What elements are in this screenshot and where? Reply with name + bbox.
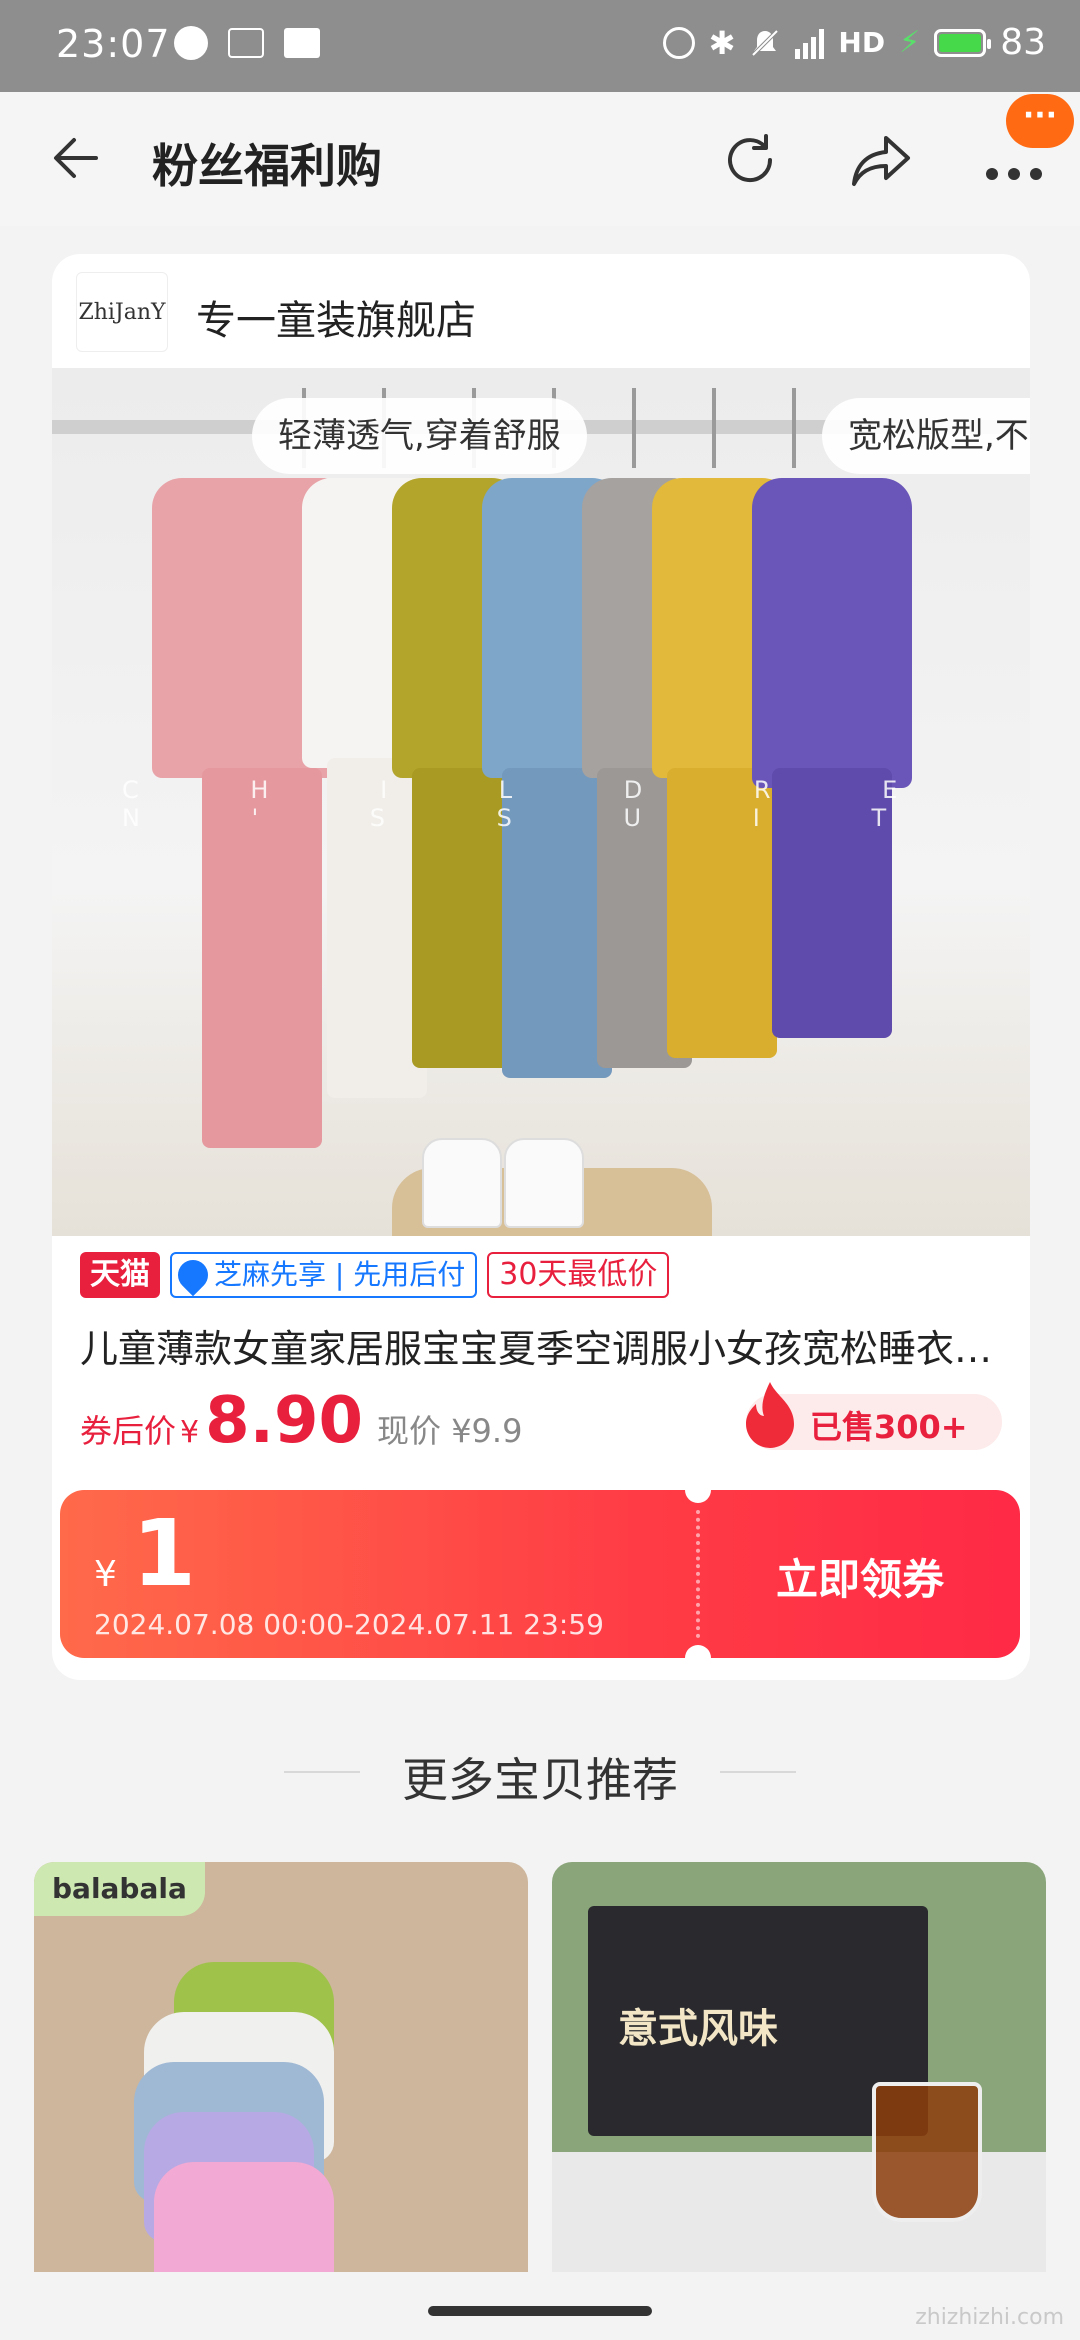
status-notification-icons	[174, 26, 320, 60]
back-arrow-icon	[54, 138, 98, 178]
feature-chip[interactable]: 宽松版型,不掉	[822, 398, 1030, 474]
currency-symbol: ¥	[180, 1415, 200, 1450]
original-price: 现价 ¥9.9	[377, 1412, 523, 1450]
refresh-button[interactable]	[718, 128, 782, 192]
zhima-tag: 芝麻先享 | 先用后付	[170, 1252, 478, 1298]
xiaohongshu-icon	[228, 28, 264, 58]
coupon-banner[interactable]: ¥ 1 2024.07.08 00:00-2024.07.11 23:59 立即…	[60, 1477, 1020, 1671]
product-tags: 天猫 芝麻先享 | 先用后付 30天最低价	[80, 1250, 670, 1300]
coupon-validity: 2024.07.08 00:00-2024.07.11 23:59	[94, 1608, 604, 1641]
product-title[interactable]: 儿童薄款女童家居服宝宝夏季空调服小女孩宽松睡衣套装	[80, 1318, 1010, 1373]
status-time: 23:07	[56, 22, 171, 66]
zhima-drop-icon	[171, 1253, 215, 1297]
tmall-tag: 天猫	[80, 1252, 160, 1298]
charging-icon: ⚡	[899, 25, 921, 60]
battery-icon	[934, 28, 992, 57]
brand-badge: balabala	[34, 1862, 205, 1916]
share-icon	[852, 136, 910, 186]
product-text: 意式风味	[618, 2006, 778, 2052]
product-image[interactable]: C H I L D R E N ' S S U I T 轻薄透气,穿着舒服 宽松…	[52, 368, 1030, 1236]
product-card[interactable]: ZhiJanY 专一童装旗舰店 C H I L D R E N ' S S U …	[52, 254, 1030, 1680]
store-name: 专一童装旗舰店	[196, 298, 476, 344]
coupon-divider	[696, 1510, 700, 1638]
section-title: 更多宝贝推荐	[402, 1753, 678, 1807]
more-button[interactable]: ···	[980, 94, 1074, 192]
back-button[interactable]	[48, 130, 104, 186]
purple-shirt	[752, 478, 912, 788]
image-icon	[284, 28, 320, 58]
chat-bubble-icon	[174, 26, 208, 60]
page-title: 粉丝福利购	[152, 139, 382, 193]
divider-right	[720, 1771, 796, 1773]
store-row[interactable]: ZhiJanY 专一童装旗舰店	[52, 254, 1030, 368]
refresh-icon	[728, 134, 773, 183]
recommendation-card[interactable]: 意式风味	[552, 1862, 1046, 2272]
alarm-icon	[662, 26, 695, 59]
coupon-price: 8.90	[205, 1384, 364, 1458]
sold-badge: 已售300+	[746, 1382, 1002, 1450]
cup	[872, 2082, 982, 2222]
mute-icon	[749, 27, 781, 59]
battery-percent: 83	[1000, 22, 1046, 63]
zhima-tag-label: 芝麻先享 | 先用后付	[214, 1258, 466, 1291]
store-logo: ZhiJanY	[76, 272, 168, 352]
coupon-amount: 1	[132, 1500, 197, 1607]
bluetooth-icon: ✱	[708, 23, 736, 62]
price-row: 券后价 ¥ 8.90 现价 ¥9.9	[80, 1384, 522, 1464]
network-type: HD	[838, 26, 886, 59]
feature-chip[interactable]: 轻薄透气,穿着舒服	[252, 398, 587, 474]
fire-icon	[746, 1382, 794, 1448]
shoe	[422, 1138, 502, 1228]
shoe	[504, 1138, 584, 1228]
app-header: 粉丝福利购 ···	[0, 92, 1080, 226]
image-overlay-text: C H I L D R E N ' S S U I T	[122, 776, 950, 832]
price-label: 券后价	[80, 1412, 177, 1450]
more-icon	[986, 168, 1042, 180]
share-button[interactable]	[848, 128, 914, 192]
recommendation-card[interactable]: balabala	[34, 1862, 528, 2272]
status-bar: 23:07 ✱ HD ⚡ 83	[0, 0, 1080, 92]
coupon-currency: ¥	[94, 1554, 117, 1595]
claim-coupon-button[interactable]: 立即领券	[776, 1546, 944, 1607]
sold-count: 已售300+	[810, 1408, 968, 1446]
notification-badge: ···	[1006, 94, 1074, 148]
signal-icon	[795, 27, 825, 59]
watermark: zhizhizhi.com	[915, 2305, 1064, 2330]
more-recommendations-header: 更多宝贝推荐	[0, 1736, 1080, 1807]
lowest-price-tag: 30天最低价	[487, 1252, 670, 1298]
home-indicator[interactable]	[428, 2306, 652, 2316]
status-system-icons: ✱ HD ⚡ 83	[662, 22, 1046, 63]
